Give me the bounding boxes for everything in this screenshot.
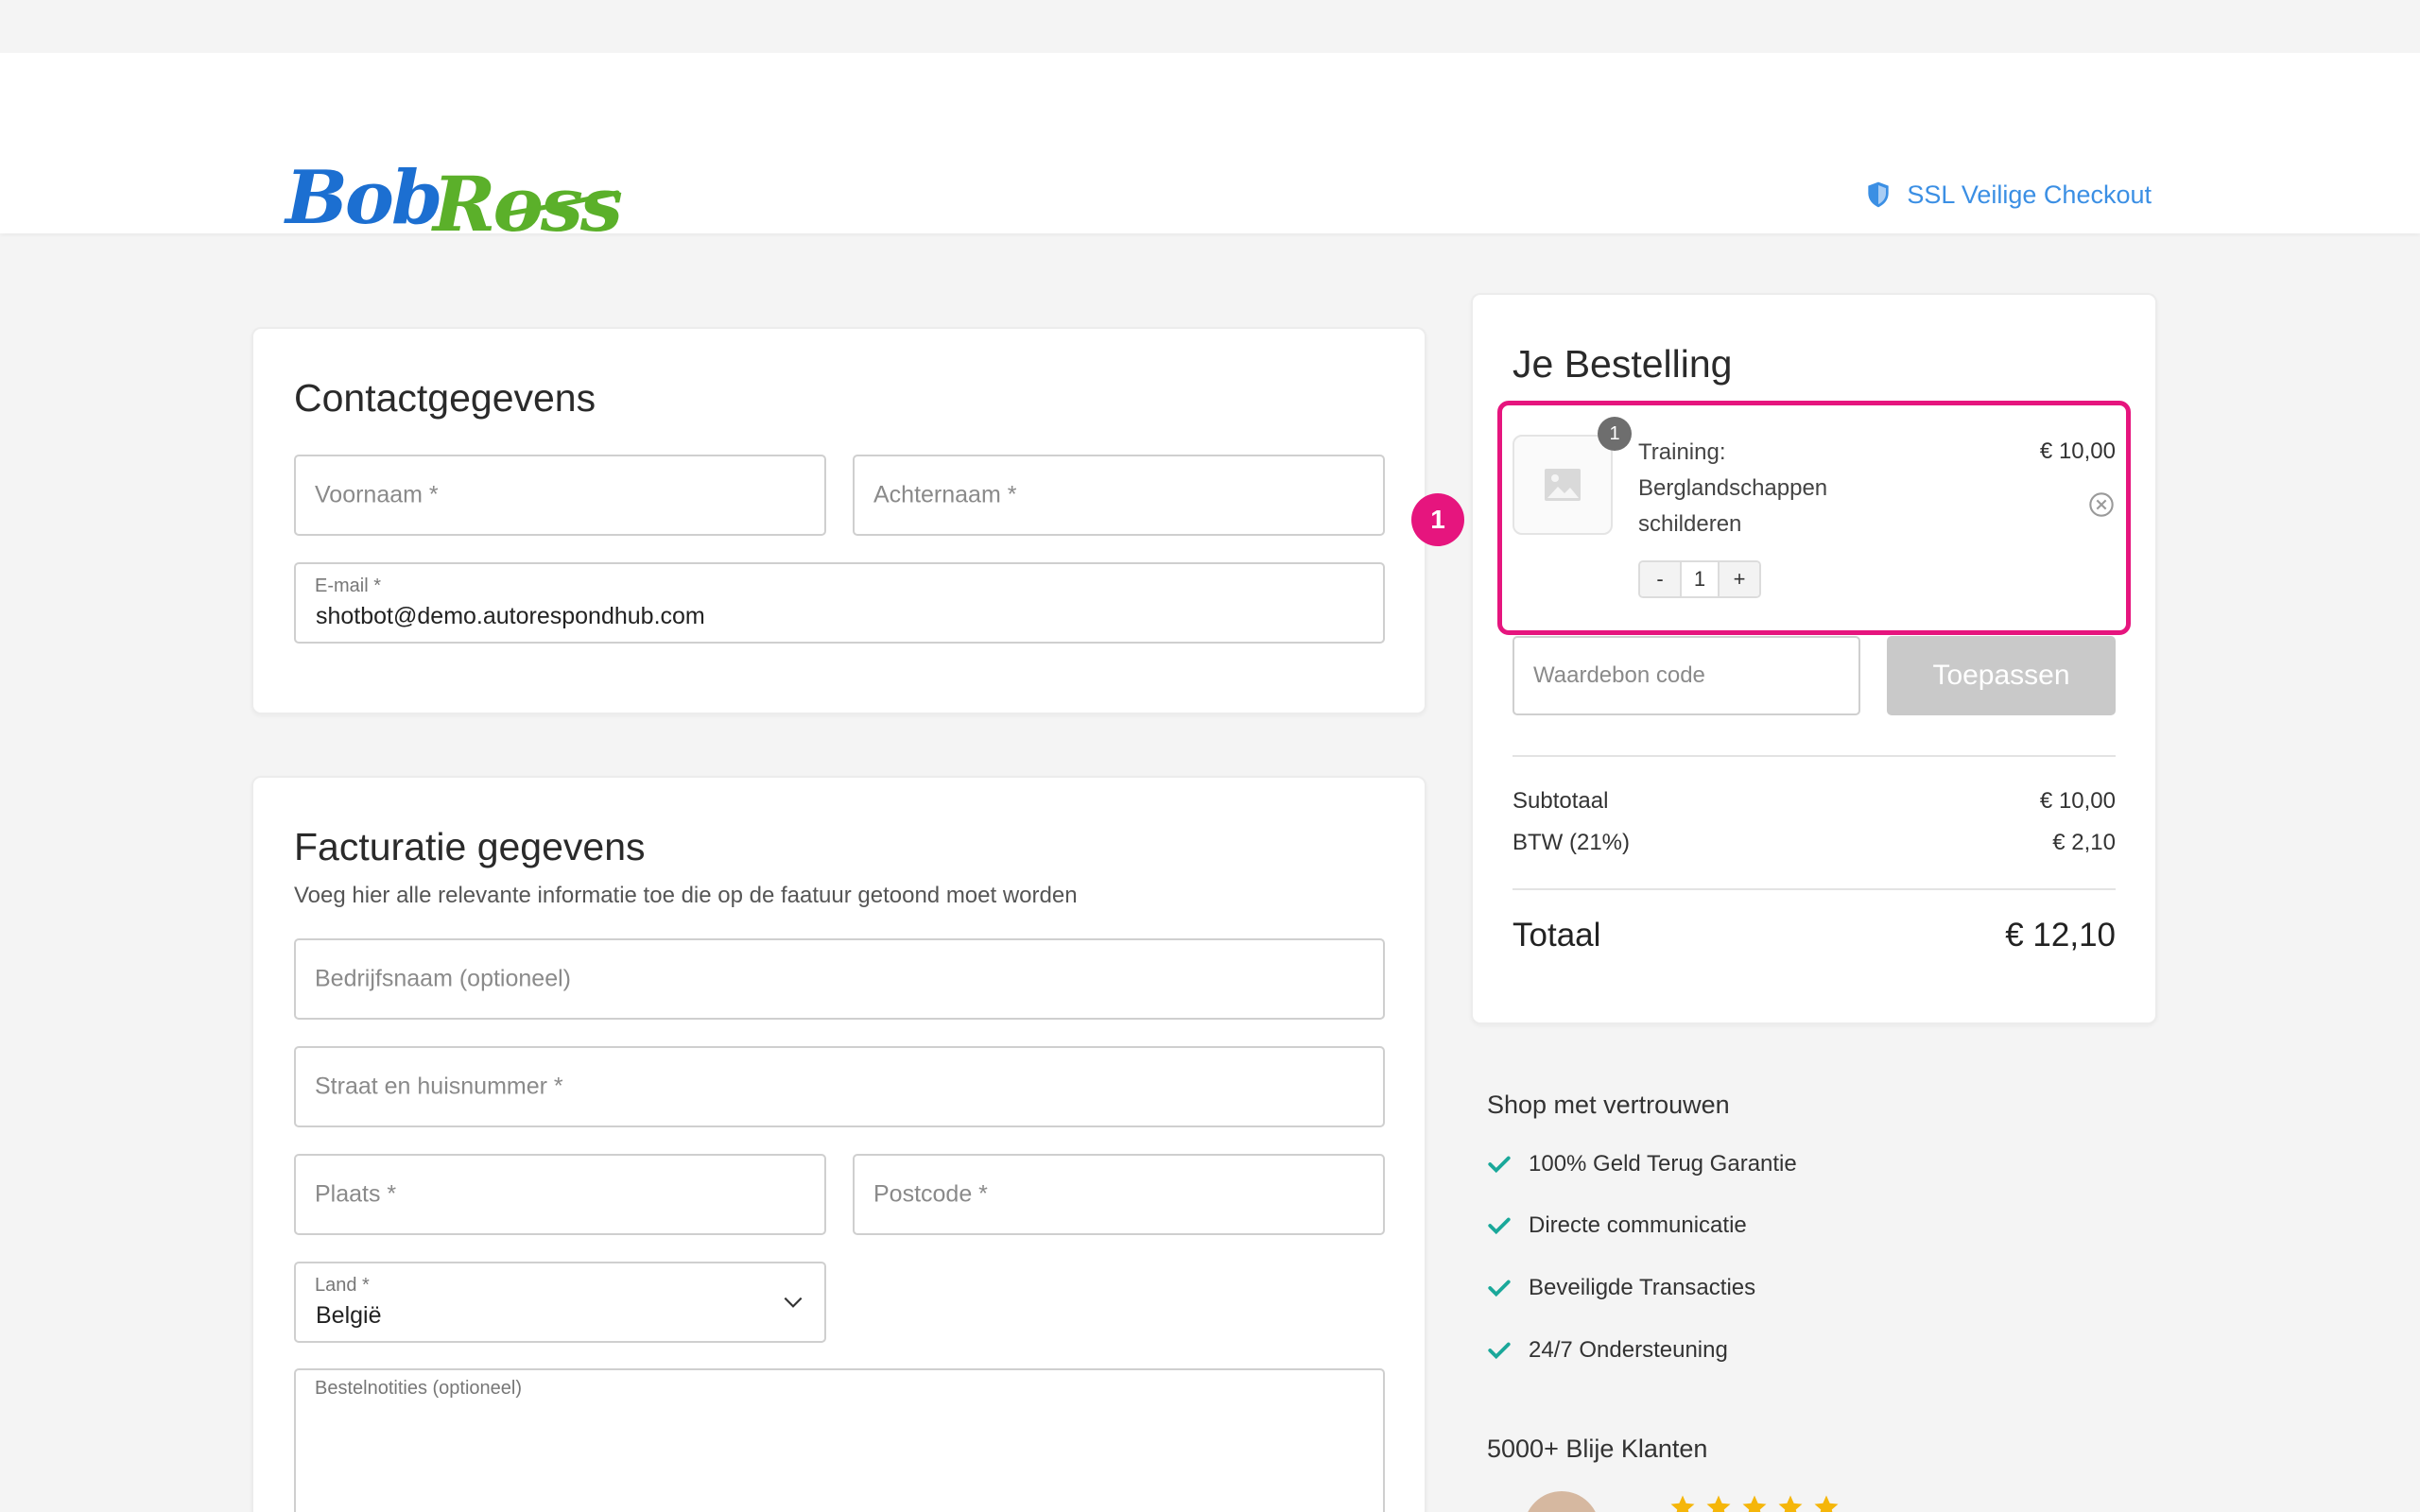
star-icon [1742, 1495, 1767, 1512]
city-input[interactable]: Plaats * [294, 1154, 826, 1235]
apply-coupon-button[interactable]: Toepassen [1887, 636, 2116, 715]
trust-item: Directe communicatie [1487, 1212, 1747, 1239]
check-icon [1488, 1280, 1511, 1297]
happy-customers-title: 5000+ Blije Klanten [1487, 1435, 1708, 1463]
total-value: € 12,10 [2005, 917, 2116, 954]
vat-value: € 2,10 [2052, 830, 2116, 855]
ssl-label: SSL Veilige Checkout [1907, 180, 2152, 209]
rating-stars [1668, 1493, 1841, 1512]
subtotal-row: Subtotaal € 10,00 [1512, 788, 2116, 815]
trust-item: 24/7 Ondersteuning [1487, 1337, 1728, 1364]
order-title: Je Bestelling [1512, 342, 1733, 386]
ssl-secure-checkout: SSL Veilige Checkout [1863, 180, 2152, 210]
check-icon [1488, 1156, 1511, 1174]
product-price: € 10,00 [2039, 438, 2116, 464]
site-header: Bob Ross SSL Veilige Checkout [0, 53, 2420, 249]
customer-avatar [1524, 1491, 1599, 1512]
decrease-quantity-button[interactable]: - [1640, 562, 1680, 596]
total-divider [1512, 888, 2116, 890]
remove-item-icon[interactable] [2088, 491, 2115, 518]
bob-ross-logo[interactable]: Bob Ross [282, 147, 622, 251]
step-number-badge: 1 [1411, 493, 1464, 546]
summary-divider [1512, 755, 2116, 757]
chevron-down-icon [784, 1297, 803, 1308]
star-icon [1670, 1495, 1695, 1512]
trust-item: 100% Geld Terug Garantie [1487, 1151, 1797, 1177]
item-quantity-badge: 1 [1598, 417, 1632, 451]
trust-item: Beveiligde Transacties [1487, 1275, 1755, 1301]
svg-text:Ross: Ross [431, 160, 622, 249]
product-name: Training: Berglandschappen schilderen [1638, 439, 1828, 537]
billing-subtitle: Voeg hier alle relevante informatie toe … [294, 883, 1078, 908]
postcode-input[interactable]: Postcode * [853, 1154, 1385, 1235]
star-icon [1814, 1495, 1839, 1512]
image-placeholder-icon [1545, 469, 1581, 501]
vat-label: BTW (21%) [1512, 830, 1631, 855]
country-select[interactable]: Land * België [294, 1262, 826, 1343]
star-icon [1706, 1495, 1731, 1512]
contact-title: Contactgegevens [294, 376, 596, 420]
product-thumbnail [1512, 435, 1613, 535]
svg-text:Bob: Bob [284, 155, 441, 241]
quantity-stepper: - 1 + [1638, 560, 1761, 598]
trust-title: Shop met vertrouwen [1487, 1091, 1730, 1119]
company-input[interactable]: Bedrijfsnaam (optioneel) [294, 938, 1385, 1020]
browser-top-strip [0, 0, 2420, 53]
billing-title: Facturatie gegevens [294, 825, 646, 868]
increase-quantity-button[interactable]: + [1720, 562, 1759, 596]
order-notes-textarea[interactable]: Bestelnotities (optioneel) [294, 1368, 1385, 1512]
vat-row: BTW (21%) € 2,10 [1512, 830, 2116, 856]
total-row: Totaal € 12,10 [1512, 917, 2116, 954]
check-icon [1488, 1342, 1511, 1360]
total-label: Totaal [1512, 917, 1601, 954]
coupon-code-input[interactable]: Waardebon code [1512, 636, 1860, 715]
street-input[interactable]: Straat en huisnummer * [294, 1046, 1385, 1127]
first-name-input[interactable]: Voornaam * [294, 455, 826, 536]
last-name-input[interactable]: Achternaam * [853, 455, 1385, 536]
subtotal-value: € 10,00 [2039, 788, 2116, 814]
quantity-value[interactable]: 1 [1680, 562, 1720, 596]
subtotal-label: Subtotaal [1512, 788, 1609, 814]
email-input[interactable]: E-mail * shotbot@demo.autorespondhub.com [294, 562, 1385, 644]
shield-icon [1868, 181, 1889, 208]
check-icon [1488, 1217, 1511, 1235]
star-icon [1778, 1495, 1803, 1512]
